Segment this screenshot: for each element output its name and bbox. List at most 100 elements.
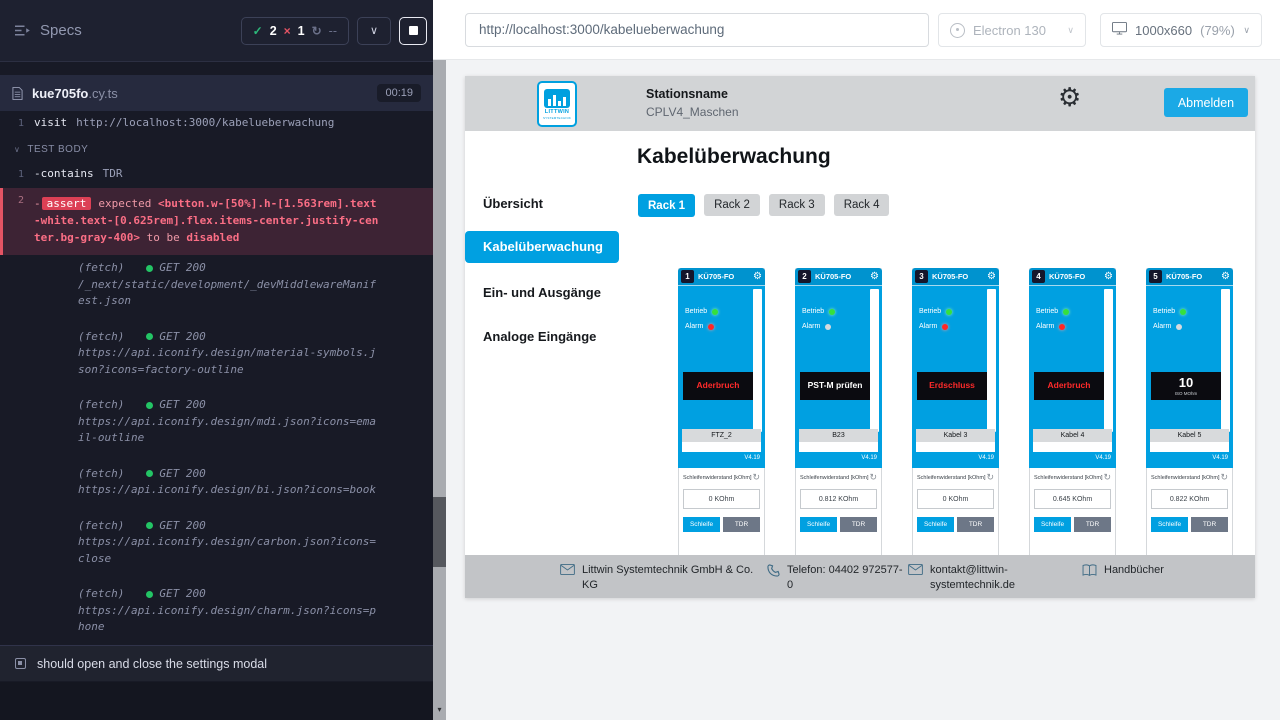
refresh-icon[interactable]: ↻ [869,473,877,482]
failed-assert-command[interactable]: 2 -assertexpected <button.w-[50%].h-[1.5… [0,188,433,255]
refresh-icon[interactable]: ↻ [752,473,760,482]
fetch-log-entry[interactable]: (fetch)GET 200 https://api.iconify.desig… [0,461,433,504]
viewport-selector[interactable]: 1000x660 (79%) ∨ [1100,13,1262,47]
device-settings-icon[interactable]: ⚙ [753,272,762,282]
scroll-down-arrow-icon[interactable]: ▾ [433,702,446,718]
schleife-button[interactable]: Schleife [800,517,837,532]
fetch-url: /_next/static/development/_devMiddleware… [78,277,378,310]
status-ok-dot [146,333,153,340]
status-ok-dot [146,470,153,477]
device-settings-icon[interactable]: ⚙ [987,272,996,282]
fetch-url: https://api.iconify.design/charm.json?ic… [78,603,378,636]
measurement-label: Schleifenwiderstand [kOhm] [917,475,985,481]
firmware-version: V4.19 [978,455,994,461]
betrieb-indicator: Betrieb [919,308,952,315]
sidebar-item-kabelueberwachung[interactable]: Kabelüberwachung [465,231,619,263]
schleife-button[interactable]: Schleife [1034,517,1071,532]
settings-gear-icon[interactable]: ⚙ [1058,84,1081,110]
logo-mark-icon [544,89,570,108]
viewport-size: 1000x660 [1135,23,1192,38]
device-model: KÜ705-FO [698,272,734,281]
refresh-icon[interactable]: ↻ [1103,473,1111,482]
command-visit[interactable]: 1 visit http://localhost:3000/kabelueber… [0,112,433,134]
tab-rack-4[interactable]: Rack 4 [834,194,890,216]
url-input[interactable]: http://localhost:3000/kabelueberwachung [465,13,929,47]
fetch-log-entry[interactable]: (fetch)GET 200 https://api.iconify.desig… [0,513,433,573]
command-name: visit [34,116,67,129]
passed-icon: ✓ [253,24,263,38]
fetch-log-entry[interactable]: (fetch)GET 200 https://api.iconify.desig… [0,392,433,452]
fetch-log-entry[interactable]: (fetch)GET 200 https://api.iconify.desig… [0,324,433,384]
fetch-label: (fetch) [78,329,124,346]
device-card: 1 KÜ705-FO ⚙ Betrieb Alarm Aderbruch FTZ… [678,268,765,598]
sidebar-item-uebersicht[interactable]: Übersicht [465,194,619,214]
device-card: 5 KÜ705-FO ⚙ Betrieb Alarm 10 ISO MOhm K… [1146,268,1233,598]
fetch-log-entry[interactable]: (fetch)GET 200 https://api.iconify.desig… [0,581,433,641]
next-test-row[interactable]: should open and close the settings modal [0,645,433,681]
test-body-section[interactable]: ∨ TEST BODY [0,134,433,163]
rack-tabs: Rack 1 Rack 2 Rack 3 Rack 4 [638,194,889,217]
device-cards-row: 1 KÜ705-FO ⚙ Betrieb Alarm Aderbruch FTZ… [678,268,1233,598]
device-settings-icon[interactable]: ⚙ [1221,272,1230,282]
measurement-value: 0.645 KOhm [1034,489,1111,509]
measurement-label: Schleifenwiderstand [kOhm] [800,475,868,481]
spec-file-name[interactable]: kue705fo.cy.ts [32,86,118,101]
card-header: 5 KÜ705-FO ⚙ [1146,268,1233,286]
tab-rack-3[interactable]: Rack 3 [769,194,825,216]
littwin-logo: LITTWIN SYSTEMTECHNIK [537,81,577,127]
collapse-button[interactable]: ∨ [357,17,391,45]
cable-name: B23 [799,429,878,442]
tdr-button[interactable]: TDR [1191,517,1228,532]
pending-icon: ↻ [312,24,322,38]
status-text: PST-M prüfen [808,381,863,391]
device-settings-icon[interactable]: ⚙ [870,272,879,282]
tdr-button[interactable]: TDR [1074,517,1111,532]
stop-run-button[interactable] [399,17,427,45]
status-text: Aderbruch [1048,381,1091,391]
spec-timer: 00:19 [377,84,421,102]
command-contains[interactable]: 1 -contains TDR [0,163,433,185]
fetch-method: GET 200 [159,260,205,277]
refresh-icon[interactable]: ↻ [1220,473,1228,482]
spec-file-bar: kue705fo.cy.ts 00:19 [0,75,433,111]
status-ok-dot [146,591,153,598]
level-strip [1104,289,1113,432]
name-field [1150,442,1229,452]
browser-selector[interactable]: Electron 130 ∨ [938,13,1086,47]
station-name-label: Stationsname [646,87,728,101]
specs-menu-icon[interactable] [14,24,31,37]
betrieb-led [1063,309,1069,315]
fetch-method: GET 200 [159,397,205,414]
refresh-icon[interactable]: ↻ [986,473,994,482]
scrollbar-thumb[interactable] [433,497,446,567]
viewport-zoom: (79%) [1200,23,1235,38]
schleife-button[interactable]: Schleife [917,517,954,532]
sidebar-item-ein-und-ausgaenge[interactable]: Ein- und Ausgänge [465,283,619,303]
schleife-button[interactable]: Schleife [1151,517,1188,532]
device-number: 3 [915,270,928,283]
logout-button[interactable]: Abmelden [1164,88,1248,117]
app-footer: Littwin Systemtechnik GmbH & Co. KG Tele… [465,555,1255,598]
sidebar-item-analoge-eingaenge[interactable]: Analoge Eingänge [465,327,619,347]
card-header: 2 KÜ705-FO ⚙ [795,268,882,286]
tdr-button[interactable]: TDR [840,517,877,532]
schleife-button[interactable]: Schleife [683,517,720,532]
fetch-log-entry[interactable]: (fetch)GET 200 /_next/static/development… [0,255,433,315]
device-model: KÜ705-FO [932,272,968,281]
tab-rack-2[interactable]: Rack 2 [704,194,760,216]
device-settings-icon[interactable]: ⚙ [1104,272,1113,282]
tab-rack-1[interactable]: Rack 1 [638,194,695,217]
firmware-version: V4.19 [744,455,760,461]
card-header: 3 KÜ705-FO ⚙ [912,268,999,286]
fetch-url: https://api.iconify.design/material-symb… [78,345,378,378]
footer-manuals-link[interactable]: Handbücher [1082,563,1164,578]
command-name: -contains [34,167,94,180]
fetch-method: GET 200 [159,586,205,603]
tdr-button[interactable]: TDR [957,517,994,532]
device-card: 4 KÜ705-FO ⚙ Betrieb Alarm Aderbruch Kab… [1029,268,1116,598]
alarm-led [942,324,948,330]
passed-count: 2 [270,24,277,38]
alarm-led [825,324,831,330]
manuals-label: Handbücher [1104,563,1164,578]
tdr-button[interactable]: TDR [723,517,760,532]
